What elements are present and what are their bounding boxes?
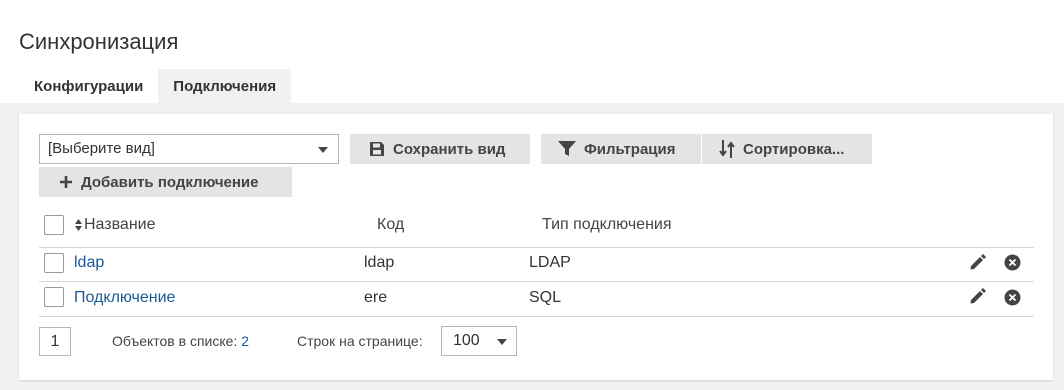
tab-bar: Конфигурации Подключения [19,69,292,103]
filter-button[interactable]: Фильтрация [541,134,701,164]
chevron-down-icon [497,339,507,345]
sort-label: Сортировка... [743,140,845,158]
page-number[interactable]: 1 [39,327,71,356]
rows-per-page-label: Строк на странице: [297,333,423,349]
tab-connections[interactable]: Подключения [158,69,292,103]
connections-panel: [Выберите вид] Сохранить вид Фильтрация [19,114,1053,380]
filter-label: Фильтрация [584,140,676,158]
objects-count-text: Объектов в списке: 2 [112,333,249,349]
add-connection-button[interactable]: Добавить подключение [39,167,292,197]
add-connection-label: Добавить подключение [81,173,259,191]
save-icon [369,141,385,157]
objects-count-label: Объектов в списке: [112,333,238,349]
select-all-checkbox[interactable] [44,215,64,235]
row-checkbox[interactable] [44,253,64,273]
row-code: ldap [364,254,395,271]
row-checkbox[interactable] [44,287,64,307]
objects-count-value: 2 [241,333,250,349]
edit-icon[interactable] [969,287,987,305]
row-code: ere [364,289,388,306]
row-divider [39,281,1034,282]
save-view-label: Сохранить вид [393,140,506,158]
view-select-value: [Выберите вид] [48,140,155,157]
chevron-down-icon [318,147,328,153]
save-view-button[interactable]: Сохранить вид [350,134,530,164]
row-type: LDAP [529,254,571,271]
sort-button[interactable]: Сортировка... [702,134,872,164]
page-title: Синхронизация [19,29,179,54]
column-header-type[interactable]: Тип подключения [542,216,672,234]
column-header-code[interactable]: Код [377,216,404,234]
row-divider [39,316,1034,317]
sort-icon [719,140,735,158]
header-divider [39,247,1034,248]
delete-icon[interactable] [1004,289,1022,307]
edit-icon[interactable] [969,253,987,271]
tab-configurations[interactable]: Конфигурации [19,69,158,103]
rows-per-page-select[interactable]: 100 [441,326,517,356]
plus-icon [59,175,73,189]
row-name-link[interactable]: Подключение [74,289,175,307]
row-name-link[interactable]: ldap [74,254,104,272]
delete-icon[interactable] [1004,254,1022,272]
rows-per-page-value: 100 [453,332,480,349]
sort-toggle-icon[interactable] [75,218,82,236]
filter-icon [558,141,576,157]
column-header-name[interactable]: Название [84,216,156,234]
row-type: SQL [529,289,562,306]
view-select[interactable]: [Выберите вид] [39,134,339,164]
